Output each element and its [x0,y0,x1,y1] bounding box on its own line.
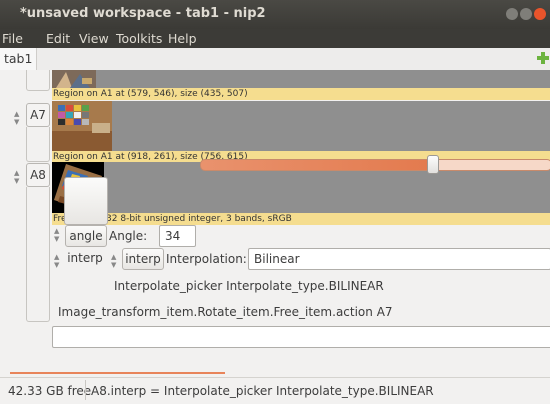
free-space-label: 42.33 GB free [8,384,92,398]
row-frame-a7 [26,127,50,162]
row-caption: Region on A1 at (579, 546), size (435, 5… [52,88,550,100]
thumbnail-image[interactable] [52,70,96,88]
menu-help[interactable]: Help [168,31,197,46]
close-icon[interactable] [534,8,546,20]
thumbnail-image-a7[interactable] [52,101,112,151]
angle-slider[interactable] [200,159,550,171]
menu-toolkits[interactable]: Toolkits [116,31,162,46]
angle-label: Angle: [109,229,148,243]
interp-inner-spinner-icon[interactable]: ▲ ▼ [111,253,119,269]
minimize-icon[interactable] [506,8,518,20]
angle-button[interactable]: angle [65,225,107,247]
thumbnail-band-a7 [52,101,550,151]
angle-input[interactable]: 34 [159,225,196,247]
row-caption-a8: Free, 971x932 8-bit unsigned integer, 3 … [52,213,550,225]
status-message: A8.interp = Interpolate_picker Interpola… [91,384,434,398]
thumbnail-band [52,70,550,88]
action-expression: Image_transform_item.Rotate_item.Free_it… [58,305,393,319]
interp-inner-button[interactable]: interp [122,248,164,270]
row-spinner-icon[interactable]: ▲ ▼ [14,169,22,185]
interp-frame[interactable] [64,177,108,225]
row-frame [26,70,50,91]
interp-button[interactable]: interp [65,248,105,268]
row-label-a8[interactable]: A8 [26,163,50,187]
window-title: *unsaved workspace - tab1 - nip2 [20,6,266,21]
interp-spinner-icon[interactable]: ▲ ▼ [54,253,62,269]
angle-slider-handle[interactable] [427,155,439,174]
tab-bar: tab1 [0,48,550,71]
row-label-a7[interactable]: A7 [26,103,50,127]
menu-file[interactable]: File [2,31,23,46]
status-divider [85,380,86,400]
interpolation-select[interactable]: Bilinear [248,248,550,270]
angle-spinner-icon[interactable]: ▲ ▼ [54,227,62,243]
menu-bar: File Edit View Toolkits Help [0,29,550,48]
command-input[interactable] [52,326,550,348]
maximize-icon[interactable] [520,8,532,20]
progress-bar [10,372,225,374]
row-spinner-icon[interactable]: ▲ ▼ [14,110,22,126]
interp-description: Interpolate_picker Interpolate_type.BILI… [114,279,384,293]
title-bar: *unsaved workspace - tab1 - nip2 [0,0,550,29]
tab-tab1[interactable]: tab1 [0,48,38,70]
status-bar: 42.33 GB free A8.interp = Interpolate_pi… [0,377,550,404]
menu-view[interactable]: View [79,31,109,46]
add-tab-icon[interactable] [536,51,550,65]
interpolation-label: Interpolation: [166,252,247,266]
row-frame-a8 [26,187,50,322]
menu-edit[interactable]: Edit [46,31,70,46]
